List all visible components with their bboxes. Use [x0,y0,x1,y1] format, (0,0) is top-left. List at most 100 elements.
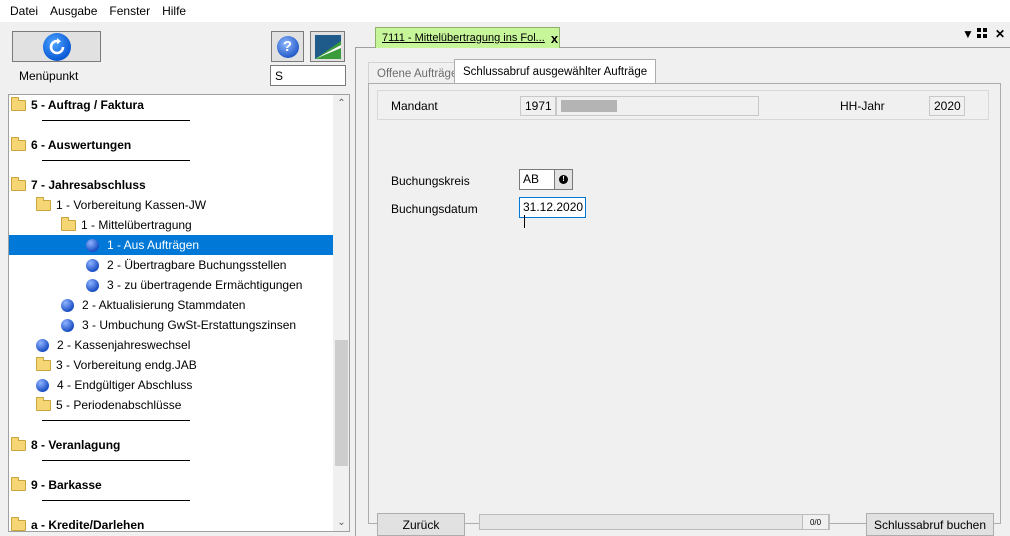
navigation-panel: ? Menüpunkt 5 - Auftrag / Faktura 6 - Aus… [0,22,352,536]
menu-datei[interactable]: Datei [4,0,44,22]
info-icon: ! [559,175,568,184]
folder-icon [11,176,26,191]
text-caret [524,215,525,229]
tree-item-label: 1 - Mittelübertragung [81,218,192,232]
tree-item-label: 2 - Übertragbare Buchungsstellen [107,258,287,272]
tree-item[interactable]: 3 - zu übertragende Ermächtigungen [9,275,333,295]
back-button[interactable]: Zurück [377,513,465,536]
buchungsdatum-label: Buchungsdatum [391,202,478,216]
tree-item-label: 5 - Periodenabschlüsse [56,398,182,412]
buchungsdatum-input[interactable]: 31.12.2020 [519,197,586,229]
tree-item[interactable]: 2 - Übertragbare Buchungsstellen [9,255,333,275]
tree-item[interactable]: 5 - Periodenabschlüsse [9,395,333,415]
tree-item-label: 9 - Barkasse [31,478,102,492]
buchungskreis-lookup-button[interactable]: ! [554,169,573,190]
layout-grid-icon[interactable] [977,27,987,41]
tree-separator [42,120,190,121]
close-icon[interactable]: x [551,31,558,46]
tree-item[interactable]: 6 - Auswertungen [9,135,333,155]
tree-list: 5 - Auftrag / Faktura 6 - Auswertungen 7 -… [9,95,333,532]
tree-item-label: 6 - Auswertungen [31,138,132,152]
tree-item[interactable]: 1 - Mittelübertragung [9,215,333,235]
buchungskreis-label: Buchungskreis [391,174,470,188]
tree-item[interactable]: 8 - Veranlagung [9,435,333,455]
folder-icon [36,396,51,411]
menu-ausgabe[interactable]: Ausgabe [44,0,103,22]
menu-fenster[interactable]: Fenster [103,0,156,22]
folder-icon [36,196,51,211]
mandant-group: Mandant 1971 HH-Jahr 2020 [377,90,989,120]
tree-item[interactable]: a - Kredite/Darlehen [9,515,333,532]
tree-separator [42,460,190,461]
tab-offene-auftraege[interactable]: Offene Aufträge [368,62,467,84]
document-window: 7111 - Mittelübertragung ins Fol... x ▼ … [355,22,1010,536]
scroll-up-icon[interactable]: ⌃ [333,95,349,112]
tree-item[interactable]: 3 - Umbuchung GwSt-Erstattungszinsen [9,315,333,335]
buchungskreis-input[interactable]: AB [519,169,555,190]
menu-hilfe[interactable]: Hilfe [156,0,192,22]
tree-item-label: 4 - Endgültiger Abschluss [57,378,193,392]
tree-item-label: 2 - Aktualisierung Stammdaten [82,298,246,312]
tree-item-label: 3 - Umbuchung GwSt-Erstattungszinsen [82,318,297,332]
close-window-icon[interactable]: ✕ [995,27,1005,41]
folder-icon [11,516,26,531]
tree-item[interactable]: 5 - Auftrag / Faktura [9,95,333,115]
logo-button[interactable] [310,31,345,62]
menupunkt-label: Menüpunkt [19,69,79,83]
folder-icon [11,136,26,151]
tree-item-label: 1 - Aus Aufträgen [107,238,200,252]
tree-item-label: 8 - Veranlagung [31,438,121,452]
bullet-icon [86,238,99,252]
refresh-button[interactable] [12,31,101,62]
menu-tree: 5 - Auftrag / Faktura 6 - Auswertungen 7 -… [8,94,350,532]
help-button[interactable]: ? [271,31,304,62]
hhjahr-label: HH-Jahr [840,99,885,113]
tree-item[interactable]: 9 - Barkasse [9,475,333,495]
bullet-icon [86,278,99,292]
mandant-name-field [556,96,759,116]
tree-item-label: 7 - Jahresabschluss [31,178,146,192]
folder-icon [61,216,76,231]
mandant-name-redacted [561,100,617,112]
document-content: Offene Aufträge Schlussabruf ausgewählte… [355,48,1010,536]
tree-separator [42,160,190,161]
tree-item[interactable]: 2 - Aktualisierung Stammdaten [9,295,333,315]
mandant-label: Mandant [391,99,438,113]
bullet-icon [61,318,74,332]
tree-scrollbar[interactable]: ⌃ ⌄ [333,95,349,531]
menupunkt-input[interactable] [270,65,346,86]
tree-item-label: 3 - zu übertragende Ermächtigungen [107,278,303,292]
folder-icon [11,96,26,111]
hhjahr-value: 2020 [929,96,965,116]
tree-item-label: 1 - Vorbereitung Kassen-JW [56,198,207,212]
bullet-icon [86,258,99,272]
dropdown-icon[interactable]: ▼ [962,27,974,41]
bullet-icon [36,378,49,392]
tree-separator [42,500,190,501]
tab-schlussabruf[interactable]: Schlussabruf ausgewählter Aufträge [454,59,657,83]
progress-bar: 0/0 [479,514,830,530]
tree-item-label: 2 - Kassenjahreswechsel [57,338,191,352]
tab-panel: Mandant 1971 HH-Jahr 2020 Buchungskreis … [368,83,1001,536]
logo-icon [314,34,341,59]
schlussabruf-buchen-button[interactable]: Schlussabruf buchen [866,513,994,536]
document-tab[interactable]: 7111 - Mittelübertragung ins Fol... x [375,27,560,48]
scroll-down-icon[interactable]: ⌄ [333,514,349,531]
tree-item[interactable]: 1 - Aus Aufträgen [9,235,333,255]
tree-separator [42,420,190,421]
bullet-icon [61,298,74,312]
tree-item[interactable]: 2 - Kassenjahreswechsel [9,335,333,355]
tree-item[interactable]: 4 - Endgültiger Abschluss [9,375,333,395]
tree-item-label: 3 - Vorbereitung endg.JAB [56,358,197,372]
tree-item[interactable]: 1 - Vorbereitung Kassen-JW [9,195,333,215]
tree-item-label: a - Kredite/Darlehen [31,518,145,532]
tree-item[interactable]: 3 - Vorbereitung endg.JAB [9,355,333,375]
tree-item[interactable]: 7 - Jahresabschluss [9,175,333,195]
folder-icon [36,356,51,371]
document-tab-title: 7111 - Mittelübertragung ins Fol... [382,32,545,44]
tree-item-label: 5 - Auftrag / Faktura [31,98,144,112]
folder-icon [11,436,26,451]
scroll-thumb[interactable] [335,340,348,466]
menu-bar: Datei Ausgabe Fenster Hilfe [0,0,1010,22]
progress-count: 0/0 [802,514,829,530]
